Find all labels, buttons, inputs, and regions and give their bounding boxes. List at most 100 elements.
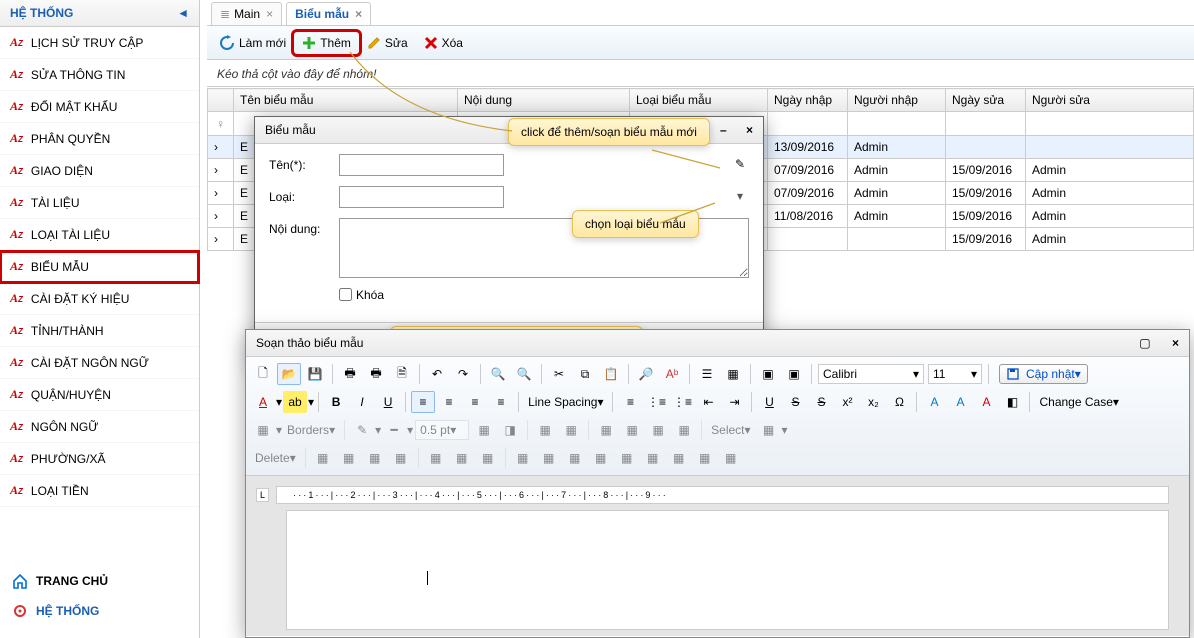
ins2-icon[interactable]: ▦ xyxy=(337,447,361,469)
sidebar-item-10[interactable]: AZCÀI ĐẶT NGÔN NGỮ xyxy=(0,347,199,379)
tab-main[interactable]: ≣ Main × xyxy=(211,2,282,25)
col-5[interactable]: Người nhập xyxy=(848,89,946,112)
col-4[interactable]: Ngày nhập xyxy=(768,89,848,112)
zoom-out-icon[interactable]: 🔍 xyxy=(486,363,510,385)
superscript-icon[interactable]: x² xyxy=(835,391,859,413)
italic-icon[interactable]: I xyxy=(350,391,374,413)
tbl6-icon[interactable]: ▦ xyxy=(672,419,696,441)
list-num-icon[interactable]: ≡ xyxy=(618,391,642,413)
tab-bieumau[interactable]: Biểu mẫu × xyxy=(286,2,371,25)
sidebar-item-8[interactable]: AZCÀI ĐẶT KÝ HIỆU xyxy=(0,283,199,315)
properties-icon[interactable]: ▦ xyxy=(757,419,781,441)
checkbox-khoa[interactable] xyxy=(339,288,352,301)
col-3[interactable]: Loại biểu mẫu xyxy=(630,89,768,112)
ins4-icon[interactable]: ▦ xyxy=(389,447,413,469)
sidebar-item-3[interactable]: AZPHÂN QUYỀN xyxy=(0,123,199,155)
select-loai[interactable] xyxy=(339,186,504,208)
font-a-icon[interactable]: A xyxy=(974,391,998,413)
minimize-icon[interactable]: – xyxy=(720,123,727,137)
line-spacing-dropdown[interactable]: Line Spacing ▾ xyxy=(524,391,607,413)
style-icon[interactable]: ━ xyxy=(382,419,406,441)
sidebar-item-1[interactable]: AZSỬA THÔNG TIN xyxy=(0,59,199,91)
quick-print-icon[interactable]: 🖶 xyxy=(364,363,388,385)
al8-icon[interactable]: ▦ xyxy=(693,447,717,469)
symbol-icon[interactable]: Ω xyxy=(887,391,911,413)
cap-u-icon[interactable]: U xyxy=(757,391,781,413)
font-color-icon[interactable]: A xyxy=(251,391,275,413)
copy-icon[interactable]: ⧉ xyxy=(573,363,597,385)
ins3-icon[interactable]: ▦ xyxy=(363,447,387,469)
merge-icon[interactable]: ▦ xyxy=(424,447,448,469)
image1-icon[interactable]: ▣ xyxy=(756,363,780,385)
open-icon[interactable]: 📂 xyxy=(277,363,301,385)
sidebar-item-14[interactable]: AZLOẠI TIỀN xyxy=(0,475,199,507)
strike-icon[interactable]: S xyxy=(783,391,807,413)
subscript-icon[interactable]: x₂ xyxy=(861,391,885,413)
zoom-in-icon[interactable]: 🔍 xyxy=(512,363,536,385)
sidebar-item-7[interactable]: AZBIỂU MẪU xyxy=(0,251,199,283)
sidebar-header[interactable]: HỆ THỐNG ◄ xyxy=(0,0,199,27)
input-ten[interactable] xyxy=(339,154,504,176)
edit-icon[interactable]: ✎ xyxy=(735,157,745,171)
sidebar-item-0[interactable]: AZLỊCH SỬ TRUY CẬP xyxy=(0,27,199,59)
maximize-icon[interactable]: ▢ xyxy=(1139,336,1150,350)
tbl4-icon[interactable]: ▦ xyxy=(620,419,644,441)
align-right-icon[interactable]: ≡ xyxy=(463,391,487,413)
col-6[interactable]: Ngày sửa xyxy=(946,89,1026,112)
close-icon[interactable]: × xyxy=(746,123,753,137)
grouping-hint[interactable]: Kéo thả cột vào đây để nhóm! xyxy=(207,61,1194,87)
sidebar-item-9[interactable]: AZTỈNH/THÀNH xyxy=(0,315,199,347)
delete-button[interactable]: Xóa xyxy=(416,32,471,54)
align-left-icon[interactable]: ≡ xyxy=(411,391,435,413)
al4-icon[interactable]: ▦ xyxy=(589,447,613,469)
change-case-dropdown[interactable]: Change Case ▾ xyxy=(1035,391,1122,413)
font-dropdown[interactable]: Calibri▾ xyxy=(818,364,924,384)
al3-icon[interactable]: ▦ xyxy=(563,447,587,469)
al5-icon[interactable]: ▦ xyxy=(615,447,639,469)
find-icon[interactable]: 🔎 xyxy=(634,363,658,385)
add-button[interactable]: Thêm xyxy=(294,32,359,54)
col-0[interactable] xyxy=(208,89,234,112)
bold-icon[interactable]: B xyxy=(324,391,348,413)
undo-icon[interactable]: ↶ xyxy=(425,363,449,385)
sidebar-item-13[interactable]: AZPHƯỜNG/XÃ xyxy=(0,443,199,475)
col-2[interactable]: Nội dung xyxy=(458,89,630,112)
al9-icon[interactable]: ▦ xyxy=(719,447,743,469)
eraser2-icon[interactable]: ◨ xyxy=(498,419,522,441)
shrink-font-icon[interactable]: A xyxy=(948,391,972,413)
borders-dropdown[interactable]: Borders ▾ xyxy=(283,419,339,441)
close-icon[interactable]: × xyxy=(355,7,362,21)
list-bullet-icon[interactable]: ⋮≡ xyxy=(644,391,668,413)
align-justify-icon[interactable]: ≡ xyxy=(489,391,513,413)
sidebar-item-2[interactable]: AZĐỔI MẬT KHẨU xyxy=(0,91,199,123)
sidebar-item-5[interactable]: AZTÀI LIỆU xyxy=(0,187,199,219)
table-icon[interactable]: ▦ xyxy=(721,363,745,385)
tbl1-icon[interactable]: ▦ xyxy=(533,419,557,441)
document-canvas[interactable] xyxy=(286,510,1169,630)
sidebar-item-4[interactable]: AZGIAO DIỆN xyxy=(0,155,199,187)
save-icon[interactable]: 💾 xyxy=(303,363,327,385)
col-7[interactable]: Người sửa xyxy=(1026,89,1194,112)
grow-font-icon[interactable]: A xyxy=(922,391,946,413)
delete-dropdown[interactable]: Delete ▾ xyxy=(251,447,300,469)
tbl5-icon[interactable]: ▦ xyxy=(646,419,670,441)
columns-icon[interactable]: ☰ xyxy=(695,363,719,385)
al6-icon[interactable]: ▦ xyxy=(641,447,665,469)
preview-icon[interactable]: 🗎 xyxy=(390,363,414,385)
sp1-icon[interactable]: ▦ xyxy=(450,447,474,469)
new-icon[interactable]: 🗋 xyxy=(251,363,275,385)
replace-icon[interactable]: Aᵇ xyxy=(660,363,684,385)
select-dropdown[interactable]: Select ▾ xyxy=(707,419,754,441)
shading-icon[interactable]: ▦ xyxy=(251,419,275,441)
size-dropdown[interactable]: 11▾ xyxy=(928,364,982,384)
ins1-icon[interactable]: ▦ xyxy=(311,447,335,469)
indent-dec-icon[interactable]: ⇤ xyxy=(696,391,720,413)
editor-header[interactable]: Soạn thảo biểu mẫu ▢ × xyxy=(246,330,1189,357)
cut-icon[interactable]: ✂ xyxy=(547,363,571,385)
col-1[interactable]: Tên biểu mẫu xyxy=(234,89,458,112)
ruler[interactable]: · · · 1 · · · | · · · 2 · · · | · · · 3 … xyxy=(276,486,1169,504)
sidebar-item-11[interactable]: AZQUẬN/HUYỆN xyxy=(0,379,199,411)
sidebar-item-12[interactable]: AZNGÔN NGỮ xyxy=(0,411,199,443)
drawtable-icon[interactable]: ▦ xyxy=(472,419,496,441)
edit-button[interactable]: Sửa xyxy=(359,32,416,54)
